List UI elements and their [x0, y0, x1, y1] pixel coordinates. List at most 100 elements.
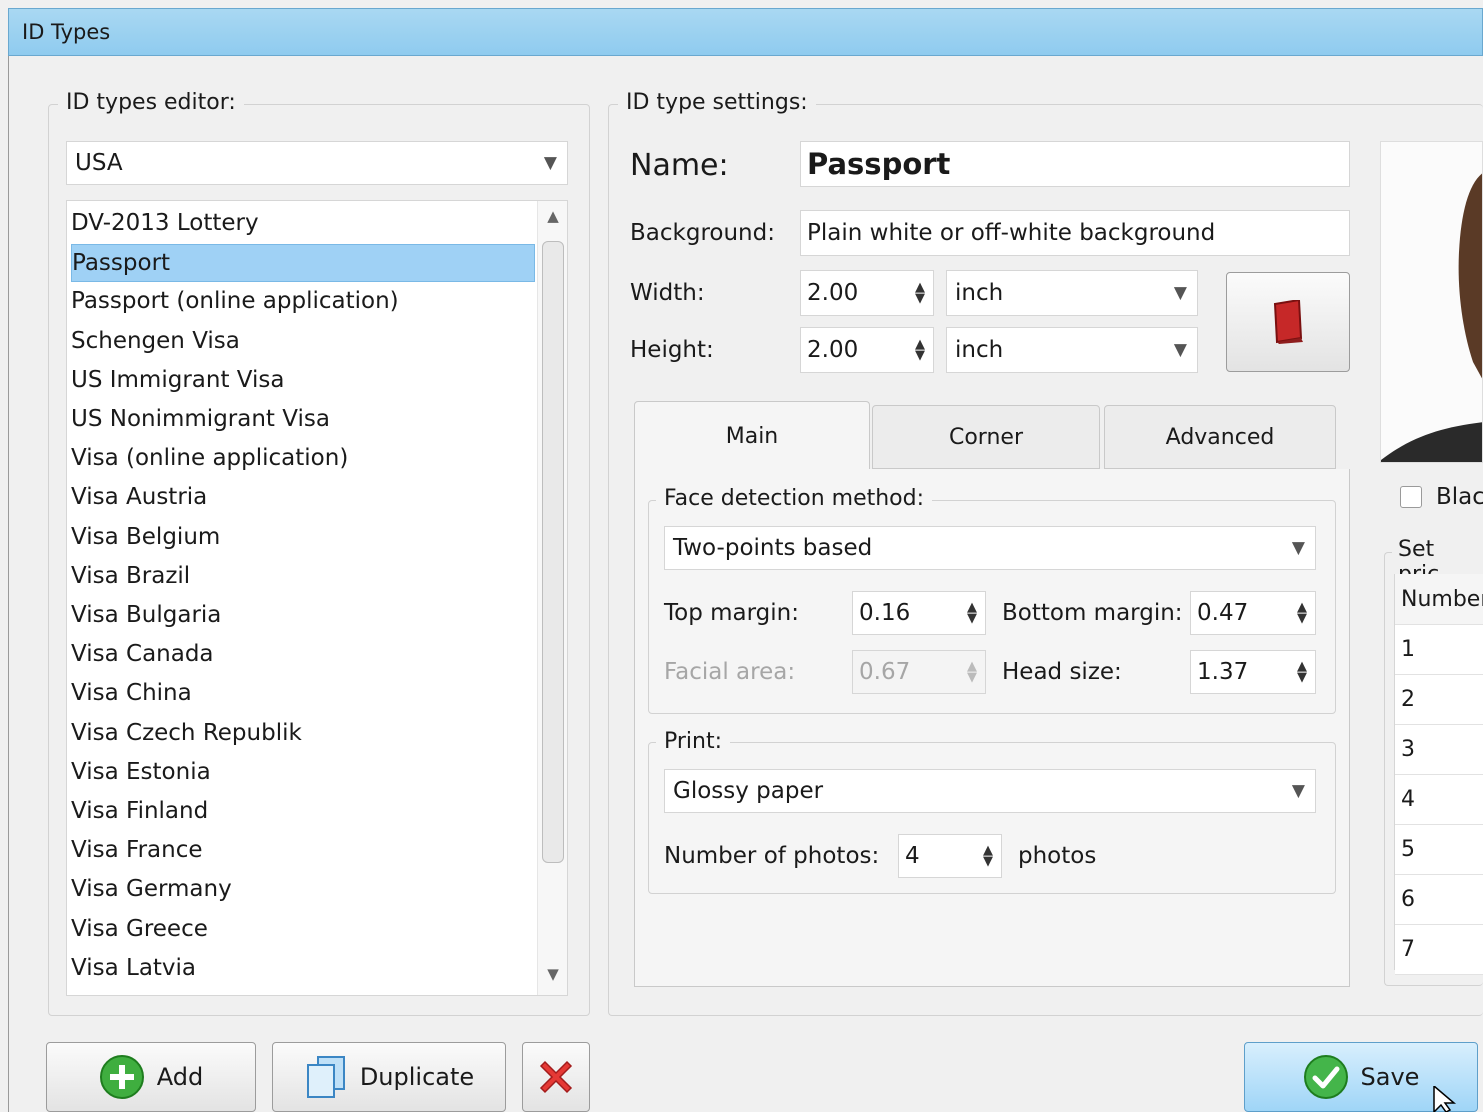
checkmark-icon	[1303, 1055, 1348, 1099]
list-item[interactable]: Visa China	[71, 675, 533, 711]
tab-main[interactable]: Main	[634, 401, 870, 471]
list-item[interactable]: US Nonimmigrant Visa	[71, 401, 533, 437]
spin-arrows-icon[interactable]: ▲ ▼	[1297, 601, 1307, 625]
price-table[interactable]: Number 1234567	[1394, 574, 1483, 975]
height-unit-select[interactable]: inch ▼	[946, 327, 1198, 373]
list-item[interactable]: Visa Latvia	[71, 950, 533, 986]
top-margin-label: Top margin:	[664, 600, 799, 626]
chevron-down-icon: ▼	[543, 153, 557, 173]
duplicate-icon	[306, 1056, 345, 1098]
list-item[interactable]: Visa Czech Republik	[71, 715, 533, 751]
list-item[interactable]: Visa Germany	[71, 871, 533, 907]
list-item[interactable]: Visa Brazil	[71, 558, 533, 594]
duplicate-button[interactable]: Duplicate	[272, 1042, 506, 1112]
height-spinbox[interactable]: 2.00 ▲ ▼	[800, 327, 934, 373]
price-rows-container: 1234567	[1395, 625, 1483, 975]
add-button-label: Add	[156, 1063, 204, 1091]
list-item[interactable]: Visa Belgium	[71, 519, 533, 555]
list-item[interactable]: US Immigrant Visa	[71, 362, 533, 398]
paper-value: Glossy paper	[673, 778, 824, 804]
list-item[interactable]: Visa Bulgaria	[71, 597, 533, 633]
photo-preview	[1380, 141, 1483, 463]
chevron-down-icon: ▼	[1291, 538, 1305, 558]
width-unit-value: inch	[955, 280, 1004, 306]
price-table-header: Number	[1395, 574, 1483, 625]
top-margin-value: 0.16	[859, 599, 911, 626]
height-value: 2.00	[807, 336, 859, 363]
portrait-image	[1381, 173, 1482, 462]
background-field-value: Plain white or off-white background	[807, 219, 1216, 246]
scroll-up-icon[interactable]: ▲	[538, 207, 568, 225]
chevron-down-icon: ▼	[1291, 781, 1305, 801]
list-item[interactable]: Visa Canada	[71, 636, 533, 672]
list-item[interactable]: Passport (online application)	[71, 283, 533, 319]
spin-arrows-icon[interactable]: ▲ ▼	[915, 281, 925, 305]
width-value: 2.00	[807, 279, 859, 306]
background-field[interactable]: Plain white or off-white background	[800, 210, 1350, 256]
list-item[interactable]: Visa France	[71, 832, 533, 868]
book-color-button[interactable]	[1226, 272, 1350, 372]
facial-area-value: 0.67	[859, 658, 911, 685]
table-row[interactable]: 2	[1395, 675, 1483, 725]
spin-arrows-icon[interactable]: ▲ ▼	[915, 338, 925, 362]
photos-label: Number of photos:	[664, 843, 880, 869]
settings-group-label: ID type settings:	[618, 90, 816, 115]
table-row[interactable]: 1	[1395, 625, 1483, 675]
save-button-label: Save	[1360, 1063, 1420, 1091]
facial-area-spinbox: 0.67 ▲ ▼	[852, 650, 986, 694]
photos-spinbox[interactable]: 4 ▲ ▼	[898, 834, 1002, 878]
spin-arrows-icon[interactable]: ▲ ▼	[983, 844, 993, 868]
duplicate-button-label: Duplicate	[359, 1063, 475, 1091]
head-size-label: Head size:	[1002, 659, 1122, 685]
title-bar	[8, 8, 1483, 56]
list-item[interactable]: Schengen Visa	[71, 323, 533, 359]
name-field-value: Passport	[807, 146, 951, 181]
list-item[interactable]: Passport	[71, 244, 535, 283]
tab-corner[interactable]: Corner	[872, 405, 1100, 469]
top-margin-spinbox[interactable]: 0.16 ▲ ▼	[852, 591, 986, 635]
scroll-down-icon[interactable]: ▼	[538, 965, 568, 983]
spin-arrows-icon[interactable]: ▲ ▼	[1297, 660, 1307, 684]
id-types-list[interactable]: DV-2013 Lottery Passport Passport (online …	[66, 200, 568, 996]
width-unit-select[interactable]: inch ▼	[946, 270, 1198, 316]
list-item[interactable]: DV-2013 Lottery	[71, 205, 533, 241]
price-header-label: Number	[1401, 586, 1483, 612]
table-row[interactable]: 4	[1395, 775, 1483, 825]
name-field[interactable]: Passport	[800, 141, 1350, 187]
tab-advanced-label: Advanced	[1165, 424, 1275, 450]
width-spinbox[interactable]: 2.00 ▲ ▼	[800, 270, 934, 316]
table-row[interactable]: 3	[1395, 725, 1483, 775]
delete-button[interactable]	[522, 1042, 590, 1112]
table-row[interactable]: 5	[1395, 825, 1483, 875]
name-label: Name:	[630, 148, 729, 183]
table-row[interactable]: 7	[1395, 925, 1483, 975]
list-item[interactable]: Visa Greece	[71, 911, 533, 947]
spin-arrows-icon[interactable]: ▲ ▼	[967, 601, 977, 625]
add-icon	[99, 1055, 144, 1099]
tab-advanced[interactable]: Advanced	[1104, 405, 1336, 469]
paper-select[interactable]: Glossy paper ▼	[664, 769, 1316, 813]
list-item[interactable]: Visa (online application)	[71, 440, 533, 476]
list-scrollbar[interactable]: ▲ ▼	[537, 201, 567, 995]
background-label: Background:	[630, 220, 775, 246]
mouse-cursor-icon	[1433, 1086, 1457, 1112]
print-label: Print:	[656, 729, 731, 754]
country-select[interactable]: USA ▼	[66, 141, 568, 185]
face-method-select[interactable]: Two-points based ▼	[664, 526, 1316, 570]
chevron-down-icon: ▼	[1173, 340, 1187, 360]
add-button[interactable]: Add	[46, 1042, 256, 1112]
list-item[interactable]: Visa Finland	[71, 793, 533, 829]
black-checkbox[interactable]	[1400, 486, 1422, 508]
height-unit-value: inch	[955, 337, 1004, 363]
bottom-margin-spinbox[interactable]: 0.47 ▲ ▼	[1190, 591, 1316, 635]
scrollbar-thumb[interactable]	[542, 241, 564, 863]
tab-corner-label: Corner	[948, 424, 1023, 450]
list-item[interactable]: Visa Estonia	[71, 754, 533, 790]
bottom-margin-label: Bottom margin:	[1002, 600, 1183, 626]
facial-area-label: Facial area:	[664, 659, 796, 685]
list-item[interactable]: Visa Austria	[71, 479, 533, 515]
editor-group-label: ID types editor:	[58, 90, 244, 115]
head-size-value: 1.37	[1197, 658, 1249, 685]
table-row[interactable]: 6	[1395, 875, 1483, 925]
head-size-spinbox[interactable]: 1.37 ▲ ▼	[1190, 650, 1316, 694]
